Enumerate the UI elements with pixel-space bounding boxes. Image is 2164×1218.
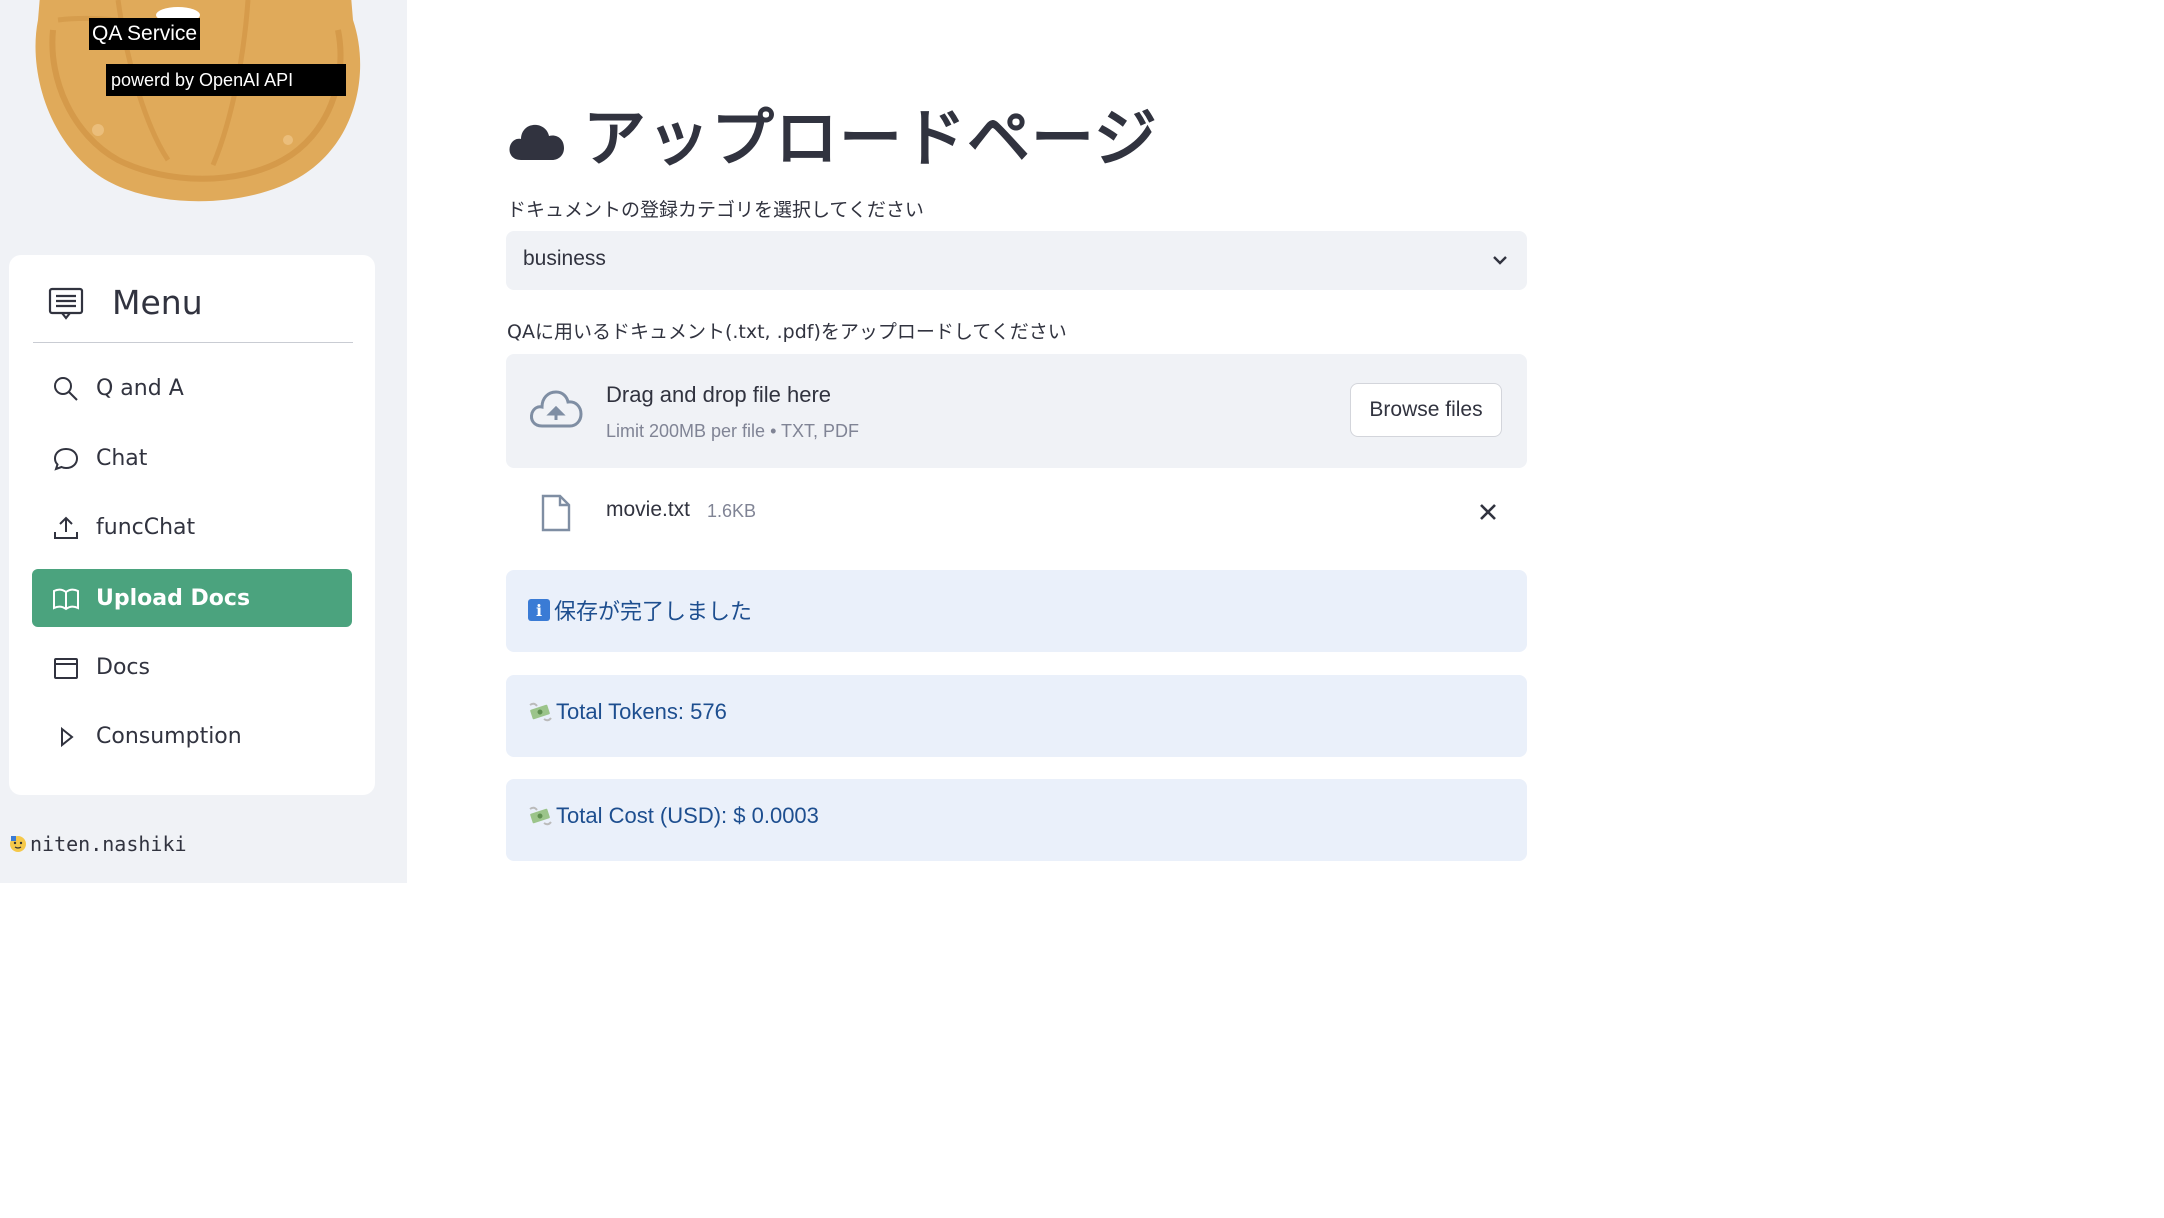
uploader-label: QAに用いるドキュメント(.txt, .pdf)をアップロードしてください [507,321,1067,343]
cloud-icon [509,124,564,160]
window-icon [54,658,78,679]
total-cost-text: Total Cost (USD): $ 0.0003 [556,803,819,828]
menu-item-label: Docs [96,654,150,680]
info-icon: i [528,599,550,621]
logo-caption-title: QA Service [89,18,201,50]
menu-item-label: Chat [96,445,148,471]
logo: QA Service powerd by OpenAI API [18,0,366,204]
save-message: 保存が完了しました [554,600,753,625]
menu-item-label: Upload Docs [96,585,251,611]
dropzone-instruction: Drag and drop file here [606,382,832,407]
user-signature: niten.nashiki [8,832,187,856]
menu-item-q-and-a[interactable]: Q and A [32,359,352,417]
money-wings-icon [529,702,552,722]
book-icon [53,588,79,611]
dropzone-limit: Limit 200MB per file • TXT, PDF [606,421,860,441]
category-selected-value: business [523,247,606,270]
page-title-text: アップロードページ [583,102,1158,175]
tokens-alert: Total Tokens: 576 [506,675,1527,757]
total-tokens-text: Total Tokens: 576 [556,699,727,724]
chat-bubble-icon [53,447,79,471]
menu-item-label: Consumption [96,723,242,749]
main-content: アップロードページ ドキュメントの登録カテゴリを選択してください busines… [407,0,1555,883]
alert-content: Total Tokens: 576 [528,699,727,725]
menu-card: Menu Q and A Chat funcChat Upload Docs D… [9,255,375,795]
alert-content: Total Cost (USD): $ 0.0003 [528,803,819,829]
page-title: アップロードページ [507,88,1158,179]
menu-list-icon [48,287,84,320]
user-name: niten.nashiki [30,832,187,856]
file-icon [541,494,571,532]
alert-content: i 保存が完了しました [528,594,752,626]
category-select[interactable]: business [506,231,1527,290]
menu-item-chat[interactable]: Chat [32,429,352,487]
menu-item-docs[interactable]: Docs [32,638,352,696]
logo-caption-subtitle: powerd by OpenAI API [106,64,346,96]
category-label: ドキュメントの登録カテゴリを選択してください [507,199,924,221]
chevron-down-icon [1493,256,1507,265]
file-dropzone[interactable]: Drag and drop file here Limit 200MB per … [506,354,1527,468]
cost-alert: Total Cost (USD): $ 0.0003 [506,779,1527,861]
uploaded-file-row: movie.txt 1.6KB [506,482,1527,544]
file-size: 1.6KB [707,501,757,521]
upload-icon [54,516,78,539]
menu-header: Menu [33,279,353,343]
menu-item-consumption[interactable]: Consumption [32,707,352,765]
file-name: movie.txt [606,498,691,521]
play-icon [61,726,74,748]
close-icon[interactable] [1474,498,1502,526]
money-wings-icon [529,806,552,826]
sidebar: QA Service powerd by OpenAI API Menu Q a… [0,0,407,883]
search-icon [54,377,78,401]
menu-title: Menu [112,283,203,322]
browse-files-button[interactable]: Browse files [1350,383,1502,437]
menu-item-label: Q and A [96,375,184,401]
save-complete-alert: i 保存が完了しました [506,570,1527,652]
menu-item-funcchat[interactable]: funcChat [32,498,352,556]
menu-item-upload-docs[interactable]: Upload Docs [32,569,352,627]
cloud-upload-icon [530,390,583,428]
person-emoji-icon [10,836,26,852]
menu-item-label: funcChat [96,514,196,540]
